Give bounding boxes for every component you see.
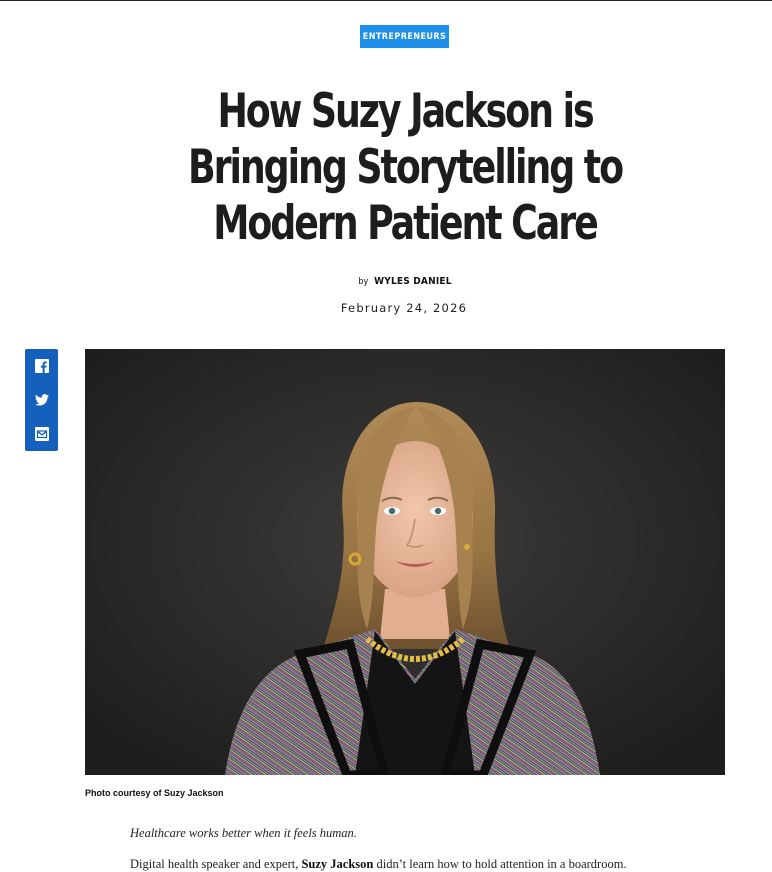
article-intro: Healthcare works better when it feels hu… (130, 826, 357, 840)
share-facebook-button[interactable] (25, 349, 58, 383)
byline-prefix: by (358, 277, 369, 287)
article-headline: How Suzy Jackson is Bringing Storytellin… (187, 84, 624, 251)
email-icon (34, 427, 49, 441)
share-email-button[interactable] (25, 417, 58, 451)
share-bar (25, 349, 58, 451)
subject-name-link[interactable]: Suzy Jackson (301, 857, 373, 871)
byline: by WYLES DANIEL (0, 276, 772, 287)
category-badge[interactable]: ENTREPRENEURS (360, 25, 449, 48)
publish-date: February 24, 2026 (340, 301, 468, 315)
top-divider (0, 0, 772, 1)
author-link[interactable]: WYLES DANIEL (374, 276, 452, 287)
body-text-rest: didn’t learn how to hold attention in a … (373, 857, 627, 871)
share-twitter-button[interactable] (25, 383, 58, 417)
facebook-icon (34, 359, 49, 373)
body-text-start: Digital health speaker and expert, (130, 857, 302, 871)
portrait-illustration (85, 349, 725, 775)
image-caption: Photo courtesy of Suzy Jackson (85, 788, 224, 798)
twitter-icon (34, 394, 49, 406)
hero-photo (85, 349, 725, 775)
